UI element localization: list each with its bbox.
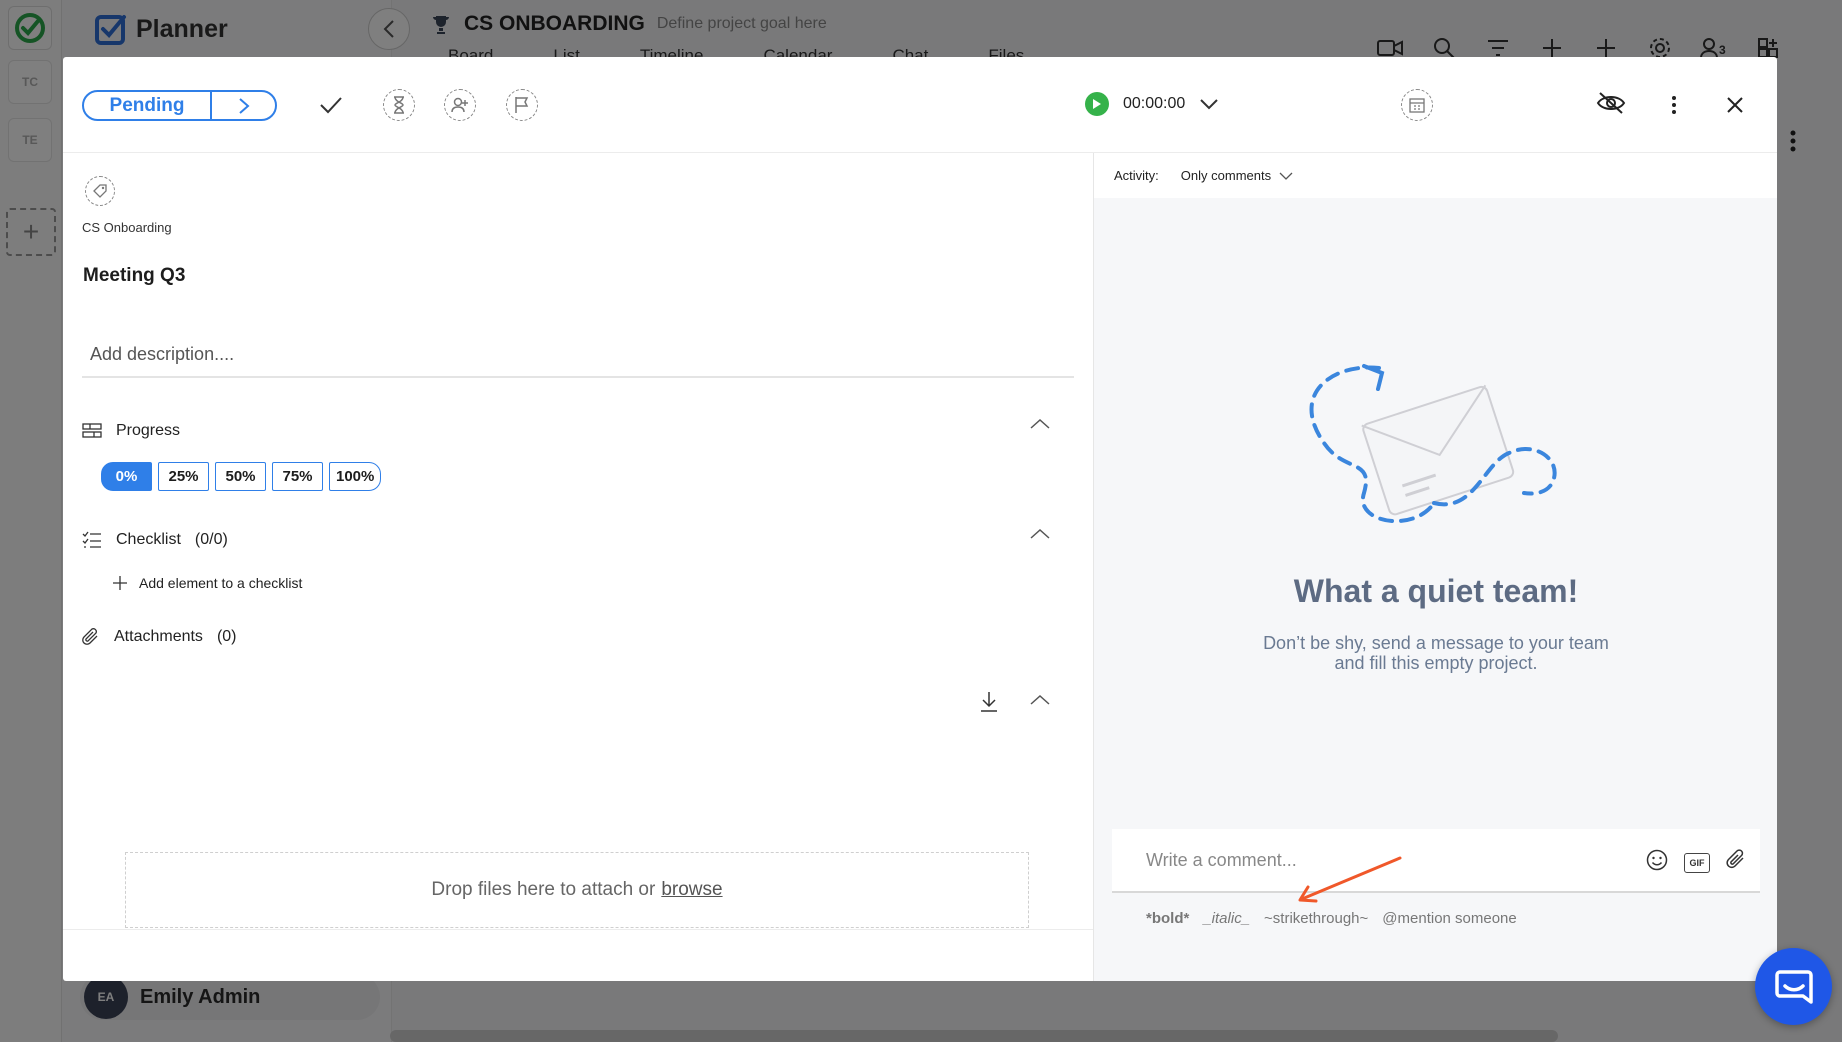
collapse-attachments-button[interactable]: [1029, 693, 1055, 713]
task-title[interactable]: Meeting Q3: [83, 265, 185, 287]
comment-tools: GIF: [1646, 849, 1746, 876]
chevron-down-icon: [1279, 172, 1293, 180]
eye-off-icon: [1596, 92, 1626, 114]
comment-composer: GIF: [1112, 829, 1760, 893]
hint-strikethrough: ~strikethrough~: [1264, 910, 1369, 927]
chevron-down-icon[interactable]: [1199, 98, 1219, 110]
empty-state-title: What a quiet team!: [1293, 573, 1579, 609]
download-attachments-button[interactable]: [979, 691, 1001, 715]
chevron-right-icon: [238, 97, 250, 114]
description-field[interactable]: Add description....: [82, 333, 1074, 378]
activity-filter-value: Only comments: [1180, 168, 1272, 183]
progress-50[interactable]: 50%: [215, 462, 266, 491]
dropzone-text: Drop files here to attach or: [431, 879, 656, 900]
progress-75[interactable]: 75%: [272, 462, 323, 491]
task-modal: Pending 00:00:00 CS Onboarding Meeting Q…: [63, 57, 1777, 981]
priority-button[interactable]: [506, 89, 538, 121]
chevron-up-icon: [1030, 418, 1050, 429]
add-checklist-label: Add element to a checklist: [139, 575, 303, 591]
add-user-icon: [451, 97, 468, 113]
download-icon: [981, 692, 997, 712]
hint-mention: @mention someone: [1382, 910, 1517, 927]
start-timer-button[interactable]: [1085, 92, 1109, 116]
due-date-button[interactable]: [1401, 89, 1433, 121]
empty-state-line-2: and fill this empty project.: [1334, 653, 1538, 673]
checklist-icon: [82, 531, 101, 548]
add-tag-button[interactable]: [85, 176, 115, 206]
paperclip-icon: [1726, 849, 1744, 869]
status-control: Pending: [82, 90, 277, 121]
breadcrumb[interactable]: CS Onboarding: [82, 220, 172, 235]
checklist-section-header: Checklist (0/0): [82, 531, 228, 549]
time-tracker: 00:00:00: [1085, 92, 1219, 116]
set-duration-button[interactable]: [383, 89, 415, 121]
activity-label: Activity:: [1114, 168, 1159, 183]
activity-filter: Activity: Only comments: [1114, 168, 1293, 183]
paperclip-icon: [82, 628, 98, 645]
progress-100[interactable]: 100%: [329, 462, 382, 491]
attachments-count: (0): [216, 628, 237, 645]
flag-icon: [515, 97, 529, 113]
assign-user-button[interactable]: [444, 89, 476, 121]
activity-filter-select[interactable]: Only comments: [1181, 168, 1293, 183]
file-dropzone[interactable]: Drop files here to attach or browse: [125, 852, 1029, 928]
progress-label: Progress: [116, 422, 181, 439]
close-button[interactable]: [1719, 89, 1751, 121]
add-checklist-item-button[interactable]: Add element to a checklist: [113, 575, 302, 591]
emoji-icon: [1646, 849, 1668, 871]
empty-envelope-illustration: [1309, 364, 1557, 524]
progress-icon: [82, 423, 102, 438]
visibility-button[interactable]: [1595, 87, 1627, 119]
task-more-button[interactable]: [1658, 89, 1690, 121]
support-chat-button[interactable]: [1755, 948, 1832, 1025]
plus-icon: [113, 576, 127, 590]
chevron-up-icon: [1030, 694, 1050, 705]
progress-0[interactable]: 0%: [101, 462, 152, 491]
chat-bubble-icon: [1774, 969, 1813, 1004]
browse-link[interactable]: browse: [661, 879, 722, 901]
emoji-button[interactable]: [1646, 849, 1668, 876]
format-hints: *bold* _italic_ ~strikethrough~ @mention…: [1146, 910, 1517, 927]
check-icon: [320, 97, 342, 114]
empty-state-line-1: Don’t be shy, send a message to your tea…: [1263, 633, 1609, 653]
checklist-count: (0/0): [194, 531, 228, 548]
timer-value: 00:00:00: [1123, 95, 1186, 112]
progress-options: 0% 25% 50% 75% 100%: [101, 462, 382, 491]
attachments-section-header: Attachments (0): [82, 627, 237, 647]
tag-icon: [93, 184, 107, 198]
chevron-up-icon: [1030, 528, 1050, 539]
task-modal-header: Pending 00:00:00: [63, 57, 1777, 153]
attachments-label: Attachments: [114, 628, 203, 645]
complete-button[interactable]: [315, 89, 347, 121]
progress-25[interactable]: 25%: [158, 462, 209, 491]
annotation-arrow: [1298, 856, 1402, 903]
collapse-checklist-button[interactable]: [1029, 527, 1055, 547]
hourglass-icon: [394, 96, 404, 114]
play-icon: [1093, 99, 1101, 109]
status-button[interactable]: Pending: [84, 92, 212, 119]
activity-panel: Activity: Only comments What a quiet tea…: [1093, 153, 1777, 981]
kebab-icon: [1672, 96, 1676, 114]
collapse-progress-button[interactable]: [1029, 417, 1055, 437]
empty-state-subtitle: Don’t be shy, send a message to your tea…: [1094, 633, 1777, 673]
calendar-icon: [1409, 98, 1425, 113]
progress-section-header: Progress: [82, 422, 180, 440]
hint-bold: *bold*: [1146, 910, 1190, 927]
checklist-label: Checklist: [116, 531, 181, 548]
attach-file-button[interactable]: [1726, 849, 1746, 876]
hint-italic: _italic_: [1203, 910, 1251, 927]
close-icon: [1727, 97, 1743, 113]
gif-button[interactable]: GIF: [1684, 852, 1710, 873]
next-status-button[interactable]: [212, 92, 275, 119]
dropzone-bar: [63, 929, 1093, 981]
